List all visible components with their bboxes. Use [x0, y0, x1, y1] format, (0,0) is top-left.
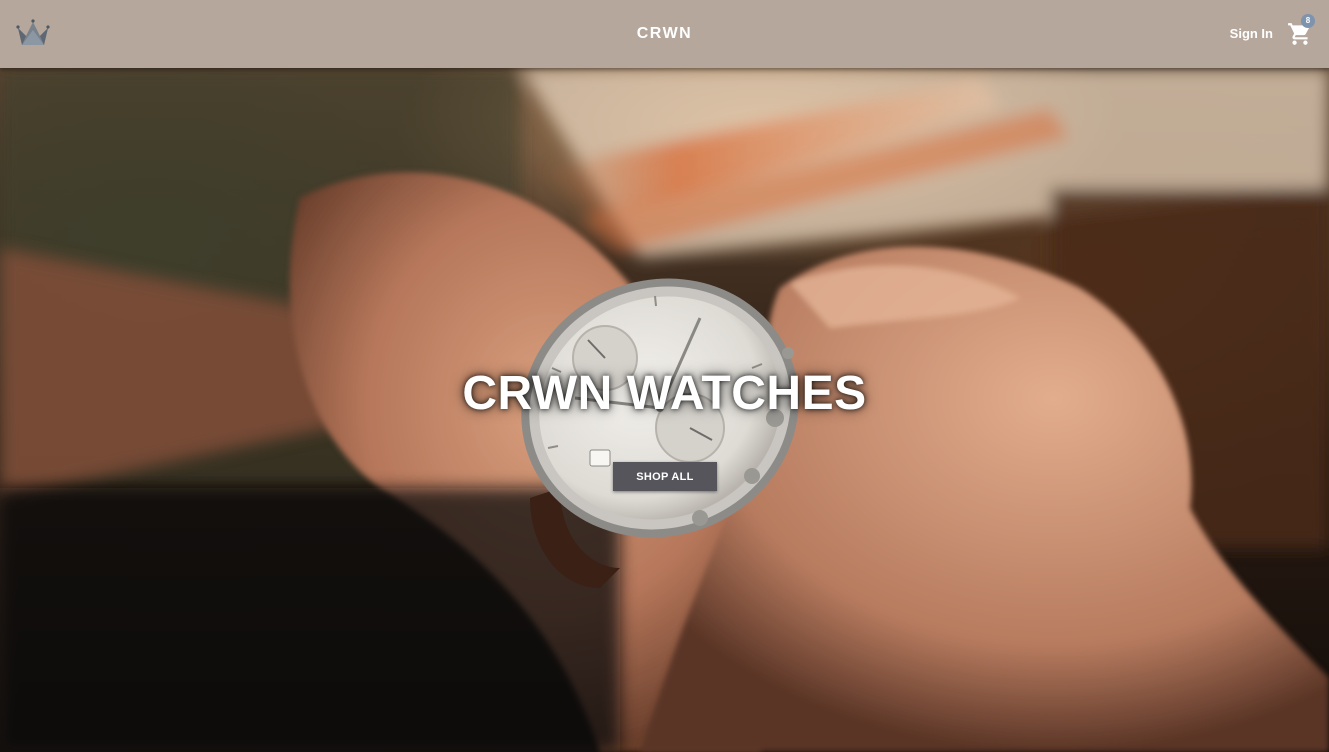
crown-icon: [16, 19, 50, 45]
sign-in-link[interactable]: Sign In: [1230, 0, 1273, 68]
site-header: CRWN Sign In 8: [0, 0, 1329, 68]
brand-title: CRWN: [0, 0, 1329, 68]
cart-button[interactable]: 8: [1287, 14, 1315, 47]
cart-count-badge: 8: [1301, 14, 1315, 28]
crown-logo[interactable]: [14, 18, 52, 48]
shop-all-button[interactable]: SHOP ALL: [613, 462, 717, 491]
brand-link[interactable]: CRWN: [637, 25, 692, 42]
hero-banner: CRWN WATCHES SHOP ALL: [0, 68, 1329, 752]
hero-title: CRWN WATCHES: [462, 367, 867, 420]
